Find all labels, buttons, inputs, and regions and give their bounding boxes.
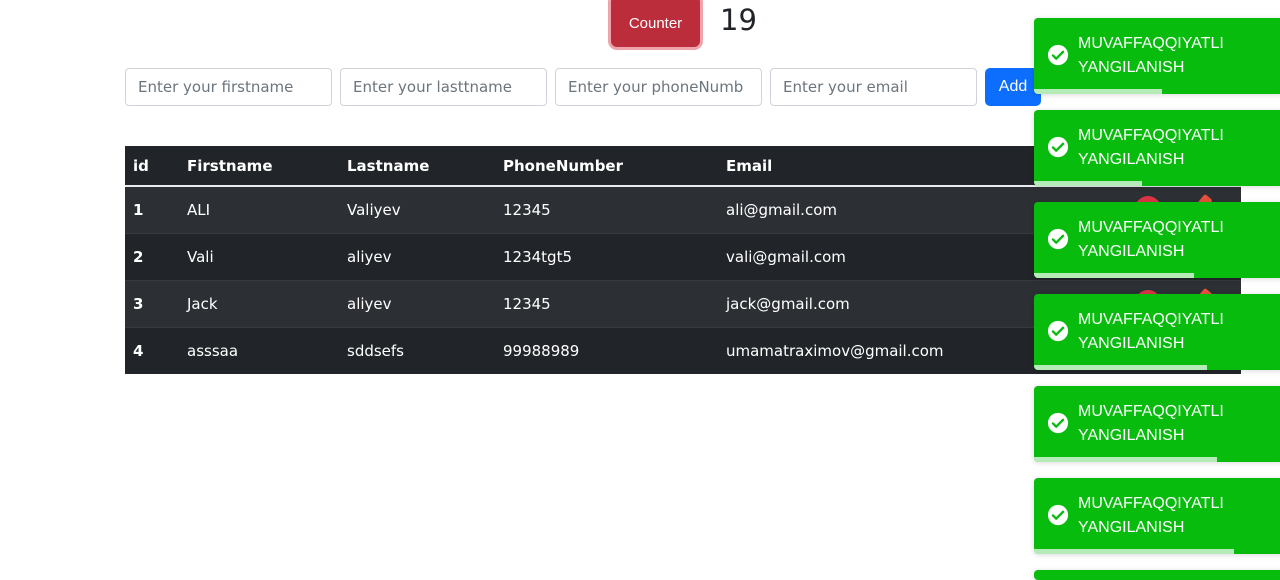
- add-button[interactable]: Add: [985, 68, 1041, 106]
- success-toast[interactable]: MUVAFFAQQIYATLI YANGILANISH: [1034, 202, 1280, 278]
- cell-firstname: asssaa: [179, 327, 339, 374]
- toast-message: MUVAFFAQQIYATLI YANGILANISH: [1078, 311, 1224, 352]
- toast-progress-bar: [1034, 365, 1207, 370]
- check-circle-icon: [1047, 44, 1069, 66]
- toast-progress-bar: [1034, 273, 1194, 278]
- success-toast[interactable]: MUVAFFAQQIYATLI YANGILANISH: [1034, 478, 1280, 554]
- cell-lastname: aliyev: [339, 233, 495, 281]
- success-toast[interactable]: MUVAFFAQQIYATLI YANGILANISH: [1034, 110, 1280, 186]
- cell-id: 4: [125, 327, 179, 374]
- success-toast[interactable]: MUVAFFAQQIYATLI YANGILANISH: [1034, 18, 1280, 94]
- cell-phone: 12345: [495, 280, 718, 328]
- header-phonenumber: PhoneNumber: [495, 146, 718, 187]
- cell-firstname: Vali: [179, 233, 339, 281]
- cell-phone: 12345: [495, 186, 718, 234]
- counter-value: 19: [720, 3, 757, 37]
- phone-input[interactable]: [555, 68, 762, 106]
- email-input[interactable]: [770, 68, 977, 106]
- success-toast[interactable]: MUVAFFAQQIYATLI YANGILANISH: [1034, 294, 1280, 370]
- check-circle-icon: [1047, 320, 1069, 342]
- cell-id: 2: [125, 233, 179, 281]
- toast-progress-bar: [1034, 181, 1142, 186]
- toast-message: MUVAFFAQQIYATLI YANGILANISH: [1078, 403, 1224, 444]
- toast-message: MUVAFFAQQIYATLI YANGILANISH: [1078, 35, 1224, 76]
- check-circle-icon: [1047, 412, 1069, 434]
- firstname-input[interactable]: [125, 68, 332, 106]
- toast-progress-bar: [1034, 457, 1217, 462]
- toast-partial[interactable]: [1034, 570, 1280, 580]
- cell-firstname: ALI: [179, 186, 339, 234]
- cell-id: 3: [125, 280, 179, 328]
- toast-message: MUVAFFAQQIYATLI YANGILANISH: [1078, 127, 1224, 168]
- cell-firstname: Jack: [179, 280, 339, 328]
- cell-lastname: aliyev: [339, 280, 495, 328]
- header-id: id: [125, 146, 179, 187]
- toast-message: MUVAFFAQQIYATLI YANGILANISH: [1078, 219, 1224, 260]
- lastname-input[interactable]: [340, 68, 547, 106]
- check-circle-icon: [1047, 136, 1069, 158]
- header-lastname: Lastname: [339, 146, 495, 187]
- cell-phone: 1234tgt5: [495, 233, 718, 281]
- success-toast[interactable]: MUVAFFAQQIYATLI YANGILANISH: [1034, 386, 1280, 462]
- toast-message: MUVAFFAQQIYATLI YANGILANISH: [1078, 495, 1224, 536]
- toast-progress-bar: [1034, 549, 1234, 554]
- counter-button[interactable]: Counter: [611, 0, 700, 47]
- toast-progress-bar: [1034, 89, 1162, 94]
- cell-lastname: sddsefs: [339, 327, 495, 374]
- cell-phone: 99988989: [495, 327, 718, 374]
- check-circle-icon: [1047, 504, 1069, 526]
- header-firstname: Firstname: [179, 146, 339, 187]
- check-circle-icon: [1047, 228, 1069, 250]
- cell-lastname: Valiyev: [339, 186, 495, 234]
- cell-id: 1: [125, 186, 179, 234]
